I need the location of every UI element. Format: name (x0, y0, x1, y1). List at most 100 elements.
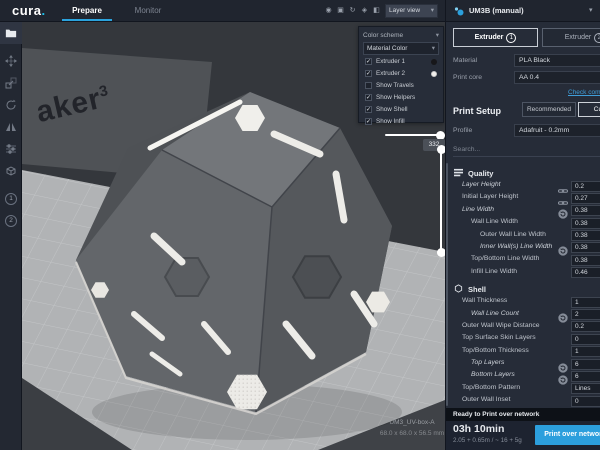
tab-prepare[interactable]: Prepare (62, 0, 112, 21)
setting-value-input[interactable]: 0.27 (571, 193, 600, 204)
setting-value-input[interactable]: 0.38 (571, 218, 600, 229)
layer-slider-vertical-track[interactable] (440, 148, 442, 252)
model-name: UM3_UV-box-A (362, 417, 445, 428)
camera-icon[interactable]: ◉ (324, 4, 333, 17)
checkbox-show-travels[interactable] (365, 82, 372, 89)
checkbox-extruder-2[interactable]: ✓ (365, 70, 372, 77)
settings-panel: UM3B (manual) ▾ Extruder 1 Extruder 2 Ma… (445, 0, 600, 450)
model-info-label: UM3_UV-box-A 68.0 x 68.0 x 56.5 mm (362, 417, 445, 439)
tool-open-file-icon[interactable] (0, 22, 22, 44)
object-view-icon[interactable]: ◧ (372, 4, 381, 17)
revert-icon[interactable] (558, 206, 568, 215)
profile-dropdown[interactable]: Adafruit - 0.2mm (514, 124, 600, 137)
tool-support-blocker-icon[interactable] (0, 160, 22, 182)
setting-row-infill-line-width: Infill Line Width0.46 (450, 267, 600, 279)
checkbox-show-helpers[interactable]: ✓ (365, 94, 372, 101)
setting-label: Top/Bottom Line Width (471, 255, 539, 262)
setting-value-input[interactable]: 0.38 (571, 255, 600, 266)
setting-row-inner-wall-s-line-width: Inner Wall(s) Line Width 0.38 (450, 242, 600, 254)
print-time: 03h 10min (453, 423, 504, 435)
extruder-1-select-button[interactable]: 1 (0, 188, 22, 210)
revert-icon[interactable] (558, 372, 568, 381)
setting-value-input[interactable]: 0.46 (571, 267, 600, 278)
revert-icon[interactable] (558, 243, 568, 252)
recommended-mode-button[interactable]: Recommended (522, 102, 576, 117)
section-header-quality[interactable]: Quality (450, 163, 600, 180)
checkbox-label: Show Travels (376, 82, 439, 89)
chevron-down-icon: ▾ (589, 0, 593, 22)
layer-slider-horizontal-track[interactable] (385, 134, 441, 136)
tab-extruder-2[interactable]: Extruder 2 (542, 28, 600, 47)
setting-label: Wall Line Count (471, 310, 519, 317)
setting-row-top-bottom-line-width: Top/Bottom Line Width 0.38 (450, 254, 600, 266)
select-icon[interactable]: ◈ (360, 4, 369, 17)
custom-mode-button[interactable]: Custom (578, 102, 600, 117)
revert-icon[interactable] (558, 310, 568, 319)
tool-mirror-icon[interactable] (0, 116, 22, 138)
check-compatibility-link[interactable]: Check compatibility (568, 89, 600, 96)
printcore-dropdown[interactable]: AA 0.4 (514, 71, 600, 84)
setting-row-wall-line-width: Wall Line Width0.38 (450, 217, 600, 229)
model-dimensions: 68.0 x 68.0 x 56.5 mm (362, 428, 445, 439)
setting-dropdown[interactable]: Lines (571, 383, 600, 394)
setting-value-input[interactable]: 6 (571, 371, 600, 382)
setting-value-input[interactable]: 1 (571, 297, 600, 308)
setting-label: Top Layers (471, 359, 504, 366)
checkbox-label: Show Shell (376, 106, 439, 113)
viewport-3d[interactable]: aker3 332 UM3_UV-box-A 68.0 x 68.0 x 56.… (22, 22, 445, 450)
setting-value-input[interactable]: 0.38 (571, 242, 600, 253)
setting-value-input[interactable]: 1 (571, 346, 600, 357)
setting-value-input[interactable]: 0.38 (571, 205, 600, 216)
section-header-shell[interactable]: Shell (450, 279, 600, 296)
rotate-view-icon[interactable]: ↻ (348, 4, 357, 17)
setting-value-input[interactable]: 0.38 (571, 230, 600, 241)
setting-value-input[interactable]: 6 (571, 359, 600, 370)
setting-value-input[interactable]: 2 (571, 309, 600, 320)
color-scheme-label: Color scheme (363, 32, 403, 39)
view-option-row: ✓ Show Shell (363, 104, 439, 115)
setting-label: Inner Wall(s) Line Width (480, 243, 552, 250)
setting-row-outer-wall-wipe-distance: Outer Wall Wipe Distance0.2 (450, 321, 600, 333)
link-icon (558, 194, 568, 203)
material-dropdown[interactable]: PLA Black (514, 54, 600, 67)
checkbox-show-shell[interactable]: ✓ (365, 106, 372, 113)
print-over-network-button[interactable]: Print over network (535, 425, 600, 445)
checkbox-show-infill[interactable]: ✓ (365, 118, 372, 125)
setting-row-outer-wall-inset: Outer Wall Inset0 (450, 395, 600, 407)
setting-label: Top/Bottom Pattern (462, 384, 520, 391)
setting-row-top-layers: Top Layers 6 (450, 358, 600, 370)
machine-header[interactable]: UM3B (manual) ▾ (446, 0, 600, 22)
setting-label: Top Surface Skin Layers (462, 334, 536, 341)
extruder-1-number: 1 (506, 33, 516, 43)
snapshot-icon[interactable]: ▣ (336, 4, 345, 17)
rotate-icon (5, 99, 17, 111)
setting-value-input[interactable]: 0 (571, 396, 600, 407)
settings-list: QualityLayer Height0.2Initial Layer Heig… (450, 163, 600, 408)
setting-value-input[interactable]: 0.2 (571, 181, 600, 192)
tool-rotate-icon[interactable] (0, 94, 22, 116)
view-mode-dropdown[interactable]: Layer view ▾ (385, 4, 438, 18)
layer-range-handle-upper[interactable] (437, 145, 446, 154)
print-setup-title: Print Setup (453, 106, 501, 116)
tool-scale-icon[interactable] (0, 72, 22, 94)
tool-per-model-settings-icon[interactable] (0, 138, 22, 160)
print-footer: 03h 10min 2.05 + 0.65m / ~ 16 + 5g Print… (446, 421, 600, 450)
checkbox-extruder-1[interactable]: ✓ (365, 58, 372, 65)
tab-monitor[interactable]: Monitor (126, 0, 170, 21)
setting-value-input[interactable]: 0.2 (571, 321, 600, 332)
tool-move-icon[interactable] (0, 50, 22, 72)
material-usage: 2.05 + 0.65m / ~ 16 + 5g (453, 437, 522, 444)
extruder-2-select-button[interactable]: 2 (0, 210, 22, 232)
color-scheme-dropdown[interactable]: Material Color ▾ (363, 42, 439, 55)
settings-scrollbar[interactable] (446, 163, 448, 406)
layer-range-handle-lower[interactable] (437, 248, 446, 257)
tab-extruder-1[interactable]: Extruder 1 (453, 28, 538, 47)
settings-search-input[interactable]: Search... (453, 144, 600, 157)
setting-value-input[interactable]: 0 (571, 334, 600, 345)
revert-icon[interactable] (558, 360, 568, 369)
view-option-row: ✓Show Infill (363, 116, 439, 127)
chevron-down-icon: ▾ (436, 30, 439, 41)
per-model-settings-icon (5, 143, 17, 155)
setting-row-layer-height: Layer Height0.2 (450, 180, 600, 192)
view-option-row: ✓Show Helpers (363, 92, 439, 103)
